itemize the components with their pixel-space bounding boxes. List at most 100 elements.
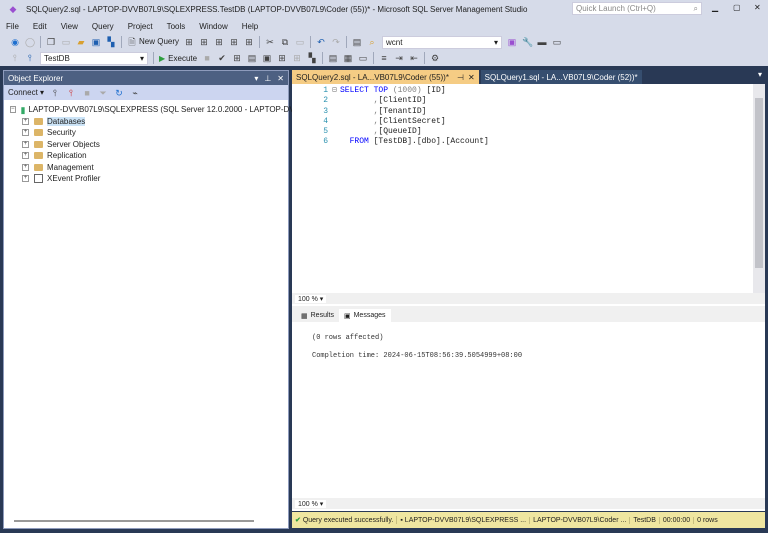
tree-node-server-objects[interactable]: + Server Objects [22,139,288,151]
expand-icon[interactable]: + [22,129,29,137]
status-database: TestDB [630,516,660,524]
tab-sqlquery2[interactable]: SQLQuery2.sql - LA...VB07L9\Coder (55))*… [292,70,479,84]
minimize-button[interactable]: ▁ [712,3,718,12]
collapse-icon[interactable]: − [10,106,16,114]
live-stats-icon[interactable]: ⊞ [292,53,302,63]
expand-icon[interactable]: + [22,175,29,183]
results-to-text-icon[interactable]: ▤ [328,53,338,63]
pin-icon[interactable]: ⊥ [264,74,271,83]
connect-icon[interactable]: ⫯ [10,53,20,63]
refresh-icon[interactable]: ↻ [114,88,124,98]
display-plan-icon[interactable]: ⊞ [232,53,242,63]
code-line[interactable]: 4 , [ClientSecret] [292,117,765,127]
dax-query-icon[interactable]: ⊞ [244,37,254,47]
menu-view[interactable]: View [61,22,78,31]
specify-values-icon[interactable]: ⚙ [430,53,440,63]
expand-icon[interactable]: + [22,140,29,148]
stop-icon[interactable]: ■ [82,88,92,98]
copy-icon[interactable]: ⧉ [280,37,290,47]
menu-query[interactable]: Query [92,22,114,31]
client-stats-icon[interactable]: ▚ [307,53,317,63]
comment-icon[interactable]: ≡ [379,53,389,63]
database-select[interactable]: TestDB ▾ [40,51,148,65]
connect-button[interactable]: Connect ▾ [8,88,44,97]
toolbox-icon[interactable]: ▬ [537,37,547,47]
menu-file[interactable]: File [6,22,19,31]
tree-node-security[interactable]: + Security [22,127,288,139]
results-to-file-icon[interactable]: ▭ [358,53,368,63]
filter-icon[interactable]: ⏷ [98,88,108,98]
menu-help[interactable]: Help [242,22,258,31]
mdx-query-icon[interactable]: ⊞ [199,37,209,47]
tree-node-management[interactable]: + Management [22,162,288,174]
code-line[interactable]: 6 FROM [TestDB].[dbo].[Account] [292,137,765,147]
back-icon[interactable]: ◉ [10,37,20,47]
cut-icon[interactable]: ✂ [265,37,275,47]
redo-icon[interactable]: ↷ [331,37,341,47]
dropdown-icon[interactable]: ▾ [254,74,258,83]
tab-overflow-icon[interactable]: ▾ [758,70,768,84]
tab-sqlquery1[interactable]: SQLQuery1.sql - LA...VB07L9\Coder (52))* [480,70,642,84]
code-area[interactable]: 1 ⊟ SELECT TOP (1000) [ID] 2 , [ClientID] 3 ,… [292,84,765,293]
menu-tools[interactable]: Tools [167,22,186,31]
zoom-select[interactable]: 100 % ▾ [295,294,327,303]
expand-icon[interactable]: + [22,163,29,171]
close-icon[interactable]: ✕ [277,74,284,83]
paste-icon[interactable]: ▭ [295,37,305,47]
results-to-grid-icon[interactable]: ▦ [343,53,353,63]
open-file-icon[interactable]: ▰ [76,37,86,47]
code-line[interactable]: 2 , [ClientID] [292,96,765,106]
tree-node-xevent-profiler[interactable]: + XEvent Profiler [22,173,288,185]
terminal-icon[interactable]: ▭ [552,37,562,47]
expand-icon[interactable]: + [22,152,29,160]
undo-icon[interactable]: ↶ [316,37,326,47]
close-icon[interactable]: ✕ [468,73,475,82]
sql-editor[interactable]: 1 ⊟ SELECT TOP (1000) [ID] 2 , [ClientID] 3 ,… [292,84,765,306]
execute-button[interactable]: ▶ Execute [159,54,197,63]
outdent-icon[interactable]: ⇤ [409,53,419,63]
dmx-query-icon[interactable]: ⊞ [214,37,224,47]
solution-explorer-icon[interactable]: ▤ [352,37,362,47]
stop-icon[interactable]: ■ [202,53,212,63]
save-all-icon[interactable]: ▚ [106,37,116,47]
forward-icon[interactable]: ◯ [25,37,35,47]
indent-icon[interactable]: ⇥ [394,53,404,63]
tab-results[interactable]: ▦ Results [296,309,339,322]
tree-node-replication[interactable]: + Replication [22,150,288,162]
query-designer-icon[interactable]: ▤ [247,53,257,63]
database-query-icon[interactable]: ⊞ [184,37,194,47]
code-line[interactable]: 1 ⊟ SELECT TOP (1000) [ID] [292,86,765,96]
tree-node-server[interactable]: − ▮ LAPTOP-DVVB07L9\SQLEXPRESS (SQL Serv… [10,104,350,116]
menu-project[interactable]: Project [128,22,153,31]
properties-icon[interactable]: ▣ [507,37,517,47]
menu-window[interactable]: Window [199,22,227,31]
maximize-button[interactable]: ▢ [733,3,741,12]
zoom-select[interactable]: 100 % ▾ [295,499,327,508]
expand-icon[interactable]: + [22,117,29,125]
menu-edit[interactable]: Edit [33,22,47,31]
add-item-icon[interactable]: ▭ [61,37,71,47]
code-line[interactable]: 3 , [TenantID] [292,107,765,117]
save-icon[interactable]: ▣ [91,37,101,47]
tree-node-databases[interactable]: + Databases [22,116,288,128]
find-icon[interactable]: ⌕ [367,37,377,47]
code-line[interactable]: 5 , [QueueID] [292,127,765,137]
close-button[interactable]: ✕ [754,3,761,12]
quick-launch-input[interactable]: Quick Launch (Ctrl+Q) ⌕ [572,2,702,15]
vertical-scrollbar[interactable] [753,84,765,293]
include-plan-icon[interactable]: ⊞ [277,53,287,63]
xmla-query-icon[interactable]: ⊞ [229,37,239,47]
horizontal-scrollbar[interactable] [14,520,254,522]
intellisense-icon[interactable]: ▣ [262,53,272,63]
find-combo[interactable]: wcnt ▾ [382,35,503,49]
connect-icon[interactable]: ⫯ [50,88,60,98]
tab-messages[interactable]: ▣ Messages [338,309,391,322]
activity-monitor-icon[interactable]: ⌁ [130,88,140,98]
new-project-icon[interactable]: ❐ [46,37,56,47]
new-query-button[interactable]: 🗎 New Query [127,37,179,47]
pin-icon[interactable]: ⊣ [457,73,464,82]
change-connection-icon[interactable]: ⫯ [25,53,35,63]
wrench-icon[interactable]: 🔧 [522,37,533,47]
parse-icon[interactable]: ✔ [217,53,227,63]
disconnect-icon[interactable]: ⫯ [66,88,76,98]
